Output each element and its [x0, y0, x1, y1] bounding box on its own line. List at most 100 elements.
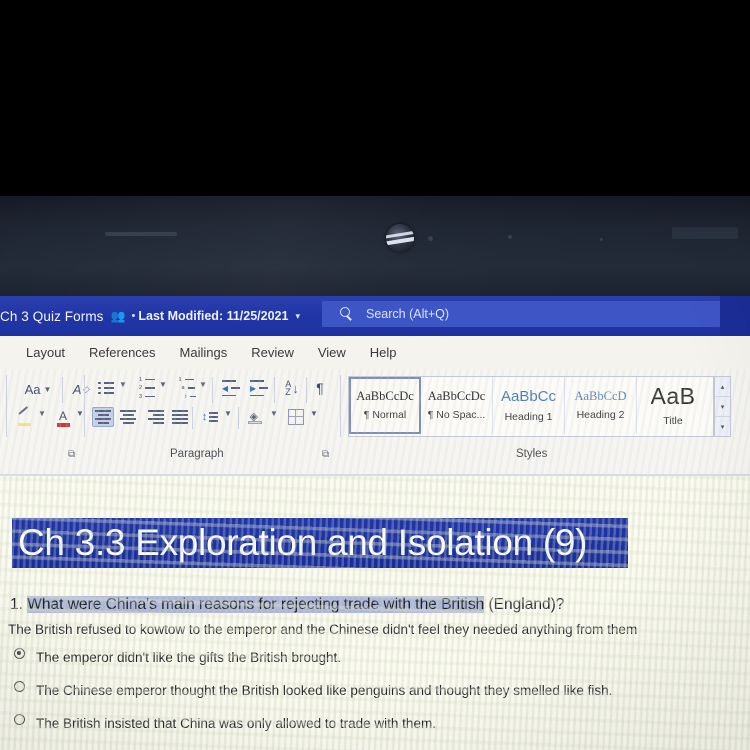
style-item-heading-2[interactable]: AaBbCcD Heading 2 [565, 377, 637, 434]
ribbon-tab-bar: Layout References Mailings Review View H… [0, 336, 750, 369]
tab-references[interactable]: References [77, 336, 167, 369]
chevron-down-icon[interactable]: ▼ [38, 409, 46, 418]
bezel-sensor-dot [600, 238, 603, 241]
group-divider [340, 375, 341, 437]
font-color-swatch [56, 423, 70, 427]
option-radio-2[interactable] [14, 681, 25, 692]
tab-mailings[interactable]: Mailings [168, 336, 240, 369]
document-title-group[interactable]: Ch 3 Quiz Forms 👥 • Last Modified: 11/25… [0, 309, 300, 324]
font-color-button[interactable]: A [52, 409, 74, 429]
option-radio-3[interactable] [14, 714, 25, 725]
option-label-1[interactable]: The emperor didn't like the gifts the Br… [36, 650, 341, 665]
webcam-icon [386, 224, 414, 252]
search-placeholder: Search (Alt+Q) [366, 307, 450, 321]
question-unselected-text: (England)? [484, 596, 565, 613]
style-item-no-spacing[interactable]: AaBbCcDc ¶ No Spac... [421, 377, 493, 434]
shading-button[interactable]: ◈ [244, 407, 266, 427]
multilevel-list-button[interactable]: 1 a i [174, 377, 198, 400]
style-preview: AaBbCcDc [356, 389, 414, 403]
tab-review[interactable]: Review [239, 336, 306, 369]
scroll-up-icon[interactable]: ▴ [715, 377, 730, 397]
show-formatting-marks-button[interactable]: ¶ [310, 378, 330, 398]
tab-layout[interactable]: Layout [14, 336, 77, 369]
text-highlight-color-button[interactable] [14, 406, 36, 429]
people-share-icon[interactable]: 👥 [111, 309, 126, 323]
styles-gallery[interactable]: AaBbCcDc ¶ Normal AaBbCcDc ¶ No Spac... … [348, 376, 714, 437]
decrease-indent-button[interactable]: ◀ [220, 378, 242, 398]
question-line: 1. What were China's main reasons for re… [10, 596, 564, 614]
style-name: ¶ Normal [363, 409, 407, 422]
style-item-title[interactable]: AaB Title [637, 377, 709, 434]
style-preview: AaBbCс [500, 388, 557, 404]
option-radio-1[interactable] [14, 648, 25, 659]
question-selected-text: What were China's main reasons for rejec… [27, 596, 485, 613]
chevron-down-icon[interactable]: ▼ [224, 409, 232, 418]
document-canvas[interactable]: Ch 3.3 Exploration and Isolation (9) 1. … [0, 476, 750, 750]
chevron-down-icon[interactable]: ▼ [119, 380, 127, 389]
pen-icon [17, 406, 28, 415]
laptop-photo: Ch 3 Quiz Forms 👥 • Last Modified: 11/25… [0, 0, 750, 750]
question-number: 1. [10, 596, 23, 613]
group-divider [306, 377, 307, 403]
group-divider [6, 375, 7, 437]
title-separator: • [131, 310, 136, 322]
updown-arrow-icon: ↕ [201, 411, 208, 423]
align-center-button[interactable] [118, 408, 138, 426]
style-name: Heading 2 [576, 409, 625, 422]
style-preview: AaB [650, 384, 696, 408]
justify-button[interactable] [170, 408, 190, 426]
arrow-down-icon: ↓ [292, 380, 299, 396]
change-case-label: Aa [24, 381, 41, 397]
tab-help[interactable]: Help [358, 336, 409, 369]
bezel-sensor-dot [508, 235, 512, 239]
title-bar: Ch 3 Quiz Forms 👥 • Last Modified: 11/25… [0, 296, 750, 336]
chevron-down-icon[interactable]: ▼ [76, 409, 84, 418]
chevron-down-icon[interactable]: ▾ [295, 311, 300, 322]
title-bar-right-edge [720, 296, 750, 336]
font-color-label: A [58, 409, 67, 424]
answer-text: The British refused to kowtow to the emp… [8, 622, 638, 637]
clear-formatting-button[interactable]: A ◇ [68, 379, 94, 399]
laptop-bezel [0, 196, 750, 298]
group-divider [274, 377, 275, 403]
style-item-heading-1[interactable]: AaBbCс Heading 1 [493, 377, 565, 434]
paragraph-dialog-launcher[interactable]: ⧉ [322, 449, 333, 460]
chevron-down-icon[interactable]: ▼ [199, 380, 207, 389]
numbering-button[interactable]: 1 2 3 [134, 377, 158, 400]
paragraph-group-label: Paragraph [170, 448, 224, 460]
bezel-mark-left [105, 232, 177, 236]
style-preview: AaBbCcDc [427, 389, 486, 403]
styles-more-icon[interactable]: ▾ [715, 417, 730, 436]
styles-group-label: Styles [516, 448, 548, 460]
increase-indent-button[interactable]: ▶ [248, 378, 270, 398]
align-left-button[interactable] [92, 407, 114, 427]
style-name: Title [663, 414, 683, 427]
clear-formatting-label: A [72, 381, 82, 397]
tab-view[interactable]: View [306, 336, 358, 369]
sort-z-label: Z [285, 387, 291, 397]
chevron-down-icon[interactable]: ▼ [270, 409, 278, 418]
borders-button[interactable] [286, 407, 306, 427]
scroll-down-icon[interactable]: ▾ [715, 397, 730, 417]
style-name: ¶ No Spac... [427, 409, 486, 422]
change-case-button[interactable]: Aa ▼ [18, 379, 58, 399]
search-input[interactable]: Search (Alt+Q) [322, 301, 720, 327]
option-label-3[interactable]: The British insisted that China was only… [36, 716, 436, 731]
search-icon [340, 307, 354, 321]
style-item-normal[interactable]: AaBbCcDc ¶ Normal [349, 377, 421, 434]
font-dialog-launcher[interactable]: ⧉ [68, 449, 79, 460]
styles-gallery-scroll[interactable]: ▴ ▾ ▾ [714, 376, 731, 437]
bezel-mark-right [672, 227, 738, 239]
shading-swatch [247, 420, 262, 424]
style-name: Heading 1 [504, 410, 553, 423]
bullets-button[interactable] [94, 378, 118, 398]
group-divider [84, 375, 85, 437]
option-label-2[interactable]: The Chinese emperor thought the British … [36, 683, 612, 698]
group-divider [62, 377, 63, 403]
sort-button[interactable]: A Z ↓ [280, 378, 304, 398]
align-right-button[interactable] [144, 408, 164, 426]
chevron-down-icon[interactable]: ▼ [43, 385, 51, 394]
line-spacing-button[interactable]: ↕ [198, 407, 222, 427]
chevron-down-icon[interactable]: ▼ [310, 409, 318, 418]
chevron-down-icon[interactable]: ▼ [159, 380, 167, 389]
